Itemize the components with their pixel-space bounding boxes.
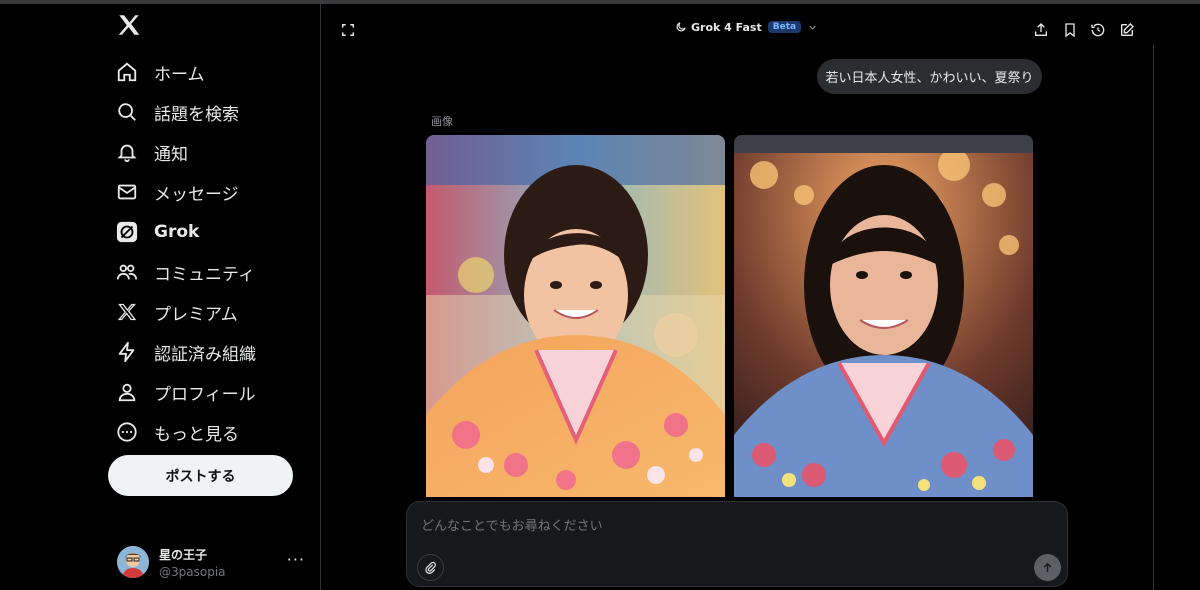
chevron-down-icon bbox=[807, 22, 818, 33]
account-switcher[interactable]: 星の王子 @3pasopia ··· bbox=[117, 544, 307, 580]
images-label: 画像 bbox=[431, 115, 453, 128]
generated-image-2[interactable] bbox=[734, 135, 1033, 497]
avatar bbox=[117, 546, 149, 578]
nav-label: プロフィール bbox=[154, 384, 256, 405]
account-handle: @3pasopia bbox=[159, 564, 226, 579]
share-icon[interactable] bbox=[1032, 21, 1050, 39]
nav-label: 認証済み組織 bbox=[154, 344, 256, 365]
nav-verified-orgs[interactable]: 認証済み組織 bbox=[116, 332, 256, 372]
attach-icon[interactable] bbox=[417, 554, 444, 581]
mail-icon bbox=[116, 181, 138, 203]
arrow-up-icon bbox=[1043, 562, 1052, 572]
nav-label: コミュニティ bbox=[154, 264, 255, 285]
person-icon bbox=[116, 381, 138, 403]
bookmark-icon[interactable] bbox=[1061, 21, 1079, 39]
x-premium-icon bbox=[116, 301, 138, 323]
sidebar: ホーム 話題を検索 通知 メッセージ Grok コミュニティ プレミアム 認証済… bbox=[0, 4, 321, 590]
nav-label: もっと見る bbox=[154, 424, 239, 445]
nav-notifications[interactable]: 通知 bbox=[116, 132, 256, 172]
nav-explore[interactable]: 話題を検索 bbox=[116, 92, 256, 132]
nav-grok[interactable]: Grok bbox=[116, 212, 256, 252]
grok-icon bbox=[116, 221, 138, 243]
beta-badge: Beta bbox=[767, 21, 802, 33]
composer bbox=[406, 501, 1068, 587]
moon-icon bbox=[675, 18, 687, 37]
model-name: Grok 4 Fast bbox=[691, 20, 762, 34]
nav-home[interactable]: ホーム bbox=[116, 52, 256, 92]
post-button[interactable]: ポストする bbox=[108, 455, 293, 496]
user-message-bubble: 若い日本人女性、かわいい、夏祭り bbox=[817, 59, 1042, 94]
nav-messages[interactable]: メッセージ bbox=[116, 172, 256, 212]
nav-premium[interactable]: プレミアム bbox=[116, 292, 256, 332]
prompt-input[interactable] bbox=[421, 514, 1021, 538]
x-logo-icon[interactable] bbox=[116, 12, 142, 38]
content-divider bbox=[1153, 44, 1154, 590]
nav-label: Grok bbox=[154, 222, 200, 242]
model-selector[interactable]: Grok 4 Fast Beta bbox=[675, 18, 818, 36]
nav-label: ホーム bbox=[154, 64, 205, 85]
nav-more[interactable]: もっと見る bbox=[116, 412, 256, 452]
search-icon bbox=[116, 101, 138, 123]
generated-image-1[interactable] bbox=[426, 135, 725, 497]
nav-label: プレミアム bbox=[154, 304, 238, 325]
lightning-icon bbox=[116, 341, 138, 363]
more-circle-icon bbox=[116, 421, 138, 443]
nav-label: メッセージ bbox=[154, 184, 239, 205]
more-dots-icon[interactable]: ··· bbox=[287, 550, 305, 569]
account-info: 星の王子 @3pasopia bbox=[159, 546, 226, 579]
bell-icon bbox=[116, 141, 138, 163]
history-icon[interactable] bbox=[1089, 21, 1107, 39]
account-name: 星の王子 bbox=[159, 547, 208, 562]
home-icon bbox=[116, 61, 138, 83]
primary-nav: ホーム 話題を検索 通知 メッセージ Grok コミュニティ プレミアム 認証済… bbox=[116, 52, 256, 452]
nav-label: 話題を検索 bbox=[154, 104, 239, 125]
send-button[interactable] bbox=[1034, 554, 1061, 581]
nav-label: 通知 bbox=[154, 144, 188, 165]
new-chat-icon[interactable] bbox=[1118, 21, 1136, 39]
community-icon bbox=[116, 261, 138, 283]
nav-communities[interactable]: コミュニティ bbox=[116, 252, 256, 292]
expand-icon[interactable] bbox=[339, 21, 357, 39]
nav-profile[interactable]: プロフィール bbox=[116, 372, 256, 412]
